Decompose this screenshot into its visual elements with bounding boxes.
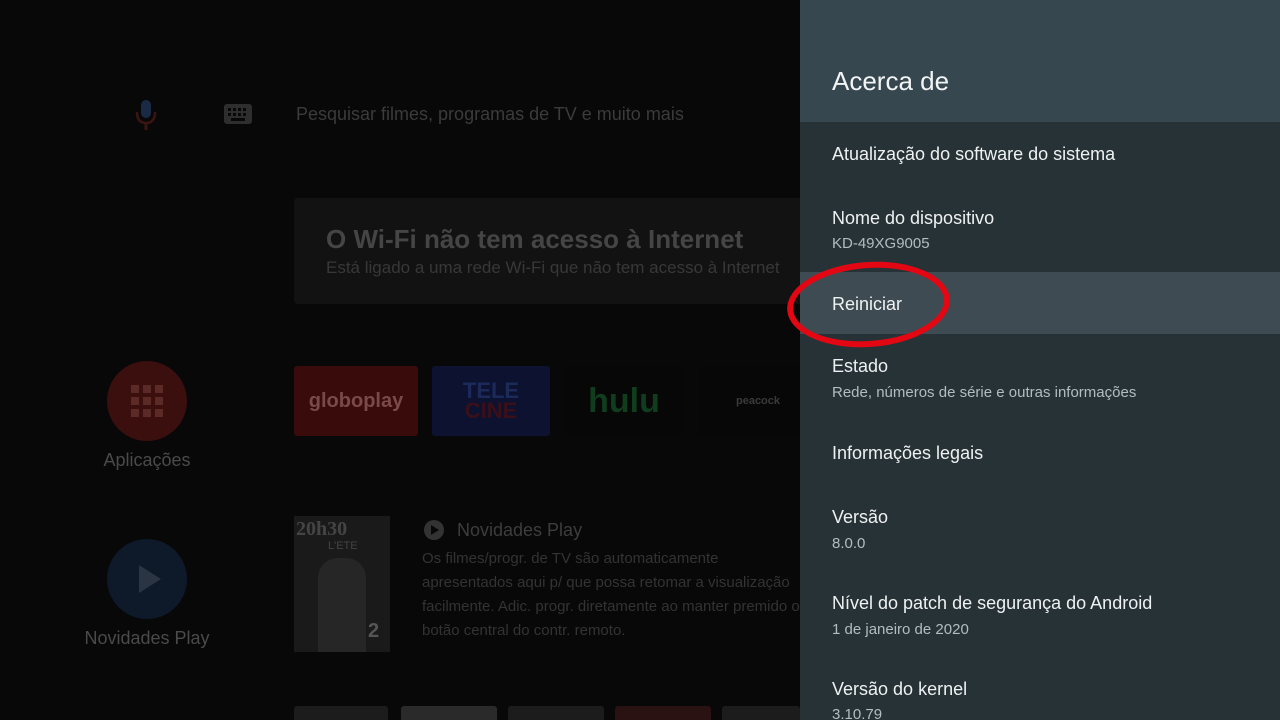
app-tile-peacock[interactable]: peacock bbox=[698, 366, 800, 436]
promo-thumbnail-channel: 2 bbox=[368, 620, 380, 642]
search-placeholder[interactable]: Pesquisar filmes, programas de TV e muit… bbox=[296, 104, 684, 125]
promo-title: Novidades Play bbox=[457, 520, 583, 540]
menu-item-kernel-version[interactable]: Versão do kernel 3.10.79 bbox=[800, 656, 1280, 720]
promo-description: Os filmes/progr. de TV são automaticamen… bbox=[422, 547, 800, 643]
menu-item-value: 1 de janeiro de 2020 bbox=[832, 621, 969, 638]
menu-item-system-update[interactable]: Atualização do software do sistema bbox=[800, 122, 1280, 186]
wifi-warning-title: O Wi-Fi não tem acesso à Internet bbox=[326, 224, 744, 254]
apps-button[interactable] bbox=[107, 361, 187, 441]
telecine-logo-bottom: CINE bbox=[464, 398, 518, 423]
menu-item-label: Estado bbox=[832, 356, 889, 376]
menu-item-legal-info[interactable]: Informações legais bbox=[800, 420, 1280, 484]
menu-item-security-patch[interactable]: Nível do patch de segurança do Android 1… bbox=[800, 570, 1280, 656]
wifi-warning-card[interactable]: O Wi-Fi não tem acesso à Internet Está l… bbox=[294, 198, 800, 304]
home-screen-background: Pesquisar filmes, programas de TV e muit… bbox=[0, 0, 800, 720]
promo-description-line: facilmente. Adic. progr. diretamente ao … bbox=[422, 598, 800, 615]
menu-item-label: Atualização do software do sistema bbox=[832, 144, 1116, 164]
menu-item-value: 3.10.79 bbox=[832, 706, 883, 720]
about-settings-panel: Acerca de Atualização do software do sis… bbox=[800, 0, 1280, 720]
promo-thumbnail-subtitle: L'ETE bbox=[328, 540, 358, 552]
promo-description-line: botão central do contr. remoto. bbox=[422, 622, 626, 639]
keyboard-icon[interactable] bbox=[224, 104, 252, 124]
promo-description-line: apresentados aqui p/ que possa retomar a… bbox=[422, 574, 790, 591]
microphone-icon[interactable] bbox=[134, 98, 158, 132]
menu-item-label: Nome do dispositivo bbox=[832, 208, 995, 228]
promo-thumbnail-title: 20h30 bbox=[296, 518, 348, 540]
play-icon bbox=[139, 565, 161, 593]
promo-thumbnail-person bbox=[318, 558, 366, 652]
bottom-row-tile[interactable] bbox=[508, 706, 604, 720]
menu-item-label: Versão bbox=[832, 507, 889, 527]
menu-item-label: Versão do kernel bbox=[832, 679, 968, 699]
play-circle-icon bbox=[424, 520, 444, 540]
menu-item-status[interactable]: Estado Rede, números de série e outras i… bbox=[800, 334, 1280, 420]
menu-item-label: Informações legais bbox=[832, 443, 984, 463]
menu-item-value: 8.0.0 bbox=[832, 535, 866, 552]
menu-item-label: Nível do patch de segurança do Android bbox=[832, 593, 1153, 613]
bottom-row-tile[interactable] bbox=[615, 706, 711, 720]
menu-item-value: Rede, números de série e outras informaç… bbox=[832, 384, 1137, 401]
menu-item-device-name[interactable]: Nome do dispositivo KD-49XG9005 bbox=[800, 186, 1280, 272]
apps-label: Aplicações bbox=[103, 450, 191, 470]
promo-description-line: Os filmes/progr. de TV são automaticamen… bbox=[422, 550, 719, 567]
app-tile-telecine[interactable]: TELE CINE bbox=[432, 366, 550, 436]
wifi-warning-subtitle: Está ligado a uma rede Wi-Fi que não tem… bbox=[326, 258, 780, 277]
promo-thumbnail[interactable]: 20h30 L'ETE 2 bbox=[294, 516, 390, 652]
bottom-row-tile[interactable] bbox=[401, 706, 497, 720]
play-next-button[interactable] bbox=[107, 539, 187, 619]
bottom-row-tile[interactable] bbox=[722, 706, 800, 720]
app-tile-hulu[interactable]: hulu bbox=[564, 366, 684, 436]
play-next-label: Novidades Play bbox=[84, 628, 210, 648]
menu-item-version[interactable]: Versão 8.0.0 bbox=[800, 484, 1280, 570]
app-tile-globoplay[interactable]: globoplay bbox=[294, 366, 418, 436]
panel-header: Acerca de bbox=[800, 0, 1280, 122]
apps-grid-icon bbox=[131, 385, 163, 417]
menu-item-value: KD-49XG9005 bbox=[832, 235, 930, 252]
panel-title: Acerca de bbox=[832, 66, 950, 96]
bottom-row-tile[interactable] bbox=[294, 706, 388, 720]
